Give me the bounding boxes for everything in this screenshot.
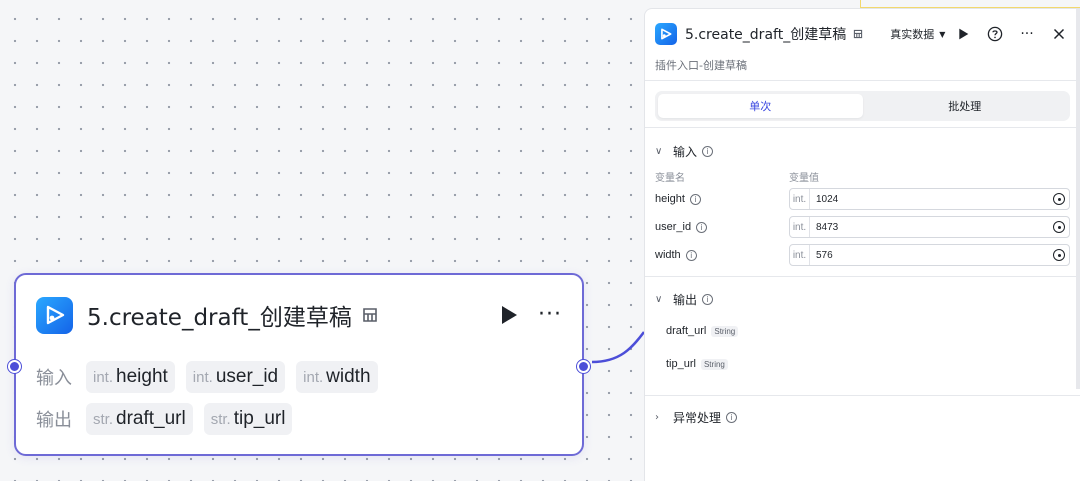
info-icon[interactable]: i xyxy=(702,294,714,305)
output-type-badge: String xyxy=(700,358,728,370)
variable-picker-icon[interactable] xyxy=(1053,193,1065,205)
output-row-tip-url: tip_url String xyxy=(666,358,728,370)
width-value-field[interactable]: int. 576 xyxy=(789,244,1070,266)
divider xyxy=(645,276,1080,277)
variable-row-user-id: user_id i int. 8473 xyxy=(655,216,1070,238)
panel-header: 5.create_draft_创建草稿 真实数据 ▼ ··· xyxy=(655,23,1068,45)
adjacent-node-edge xyxy=(860,0,1080,8)
input-section-header[interactable]: ∨ 输入 i xyxy=(655,143,714,160)
output-type-badge: String xyxy=(711,325,739,337)
input-tag-width: int. width xyxy=(296,361,378,393)
type-label: int. xyxy=(93,368,114,386)
output-row-draft-url: draft_url String xyxy=(666,325,739,337)
divider xyxy=(645,127,1080,128)
variable-row-height: height i int. 1024 xyxy=(655,188,1070,210)
input-label: 输入 xyxy=(36,368,72,389)
type-label: int. xyxy=(790,217,810,237)
data-mode-label: 真实数据 xyxy=(890,28,935,41)
info-icon[interactable]: i xyxy=(696,221,708,233)
plugin-cube-icon xyxy=(852,28,864,40)
plugin-logo-icon xyxy=(655,23,677,45)
output-tag-tip-url: str. tip_url xyxy=(203,403,293,435)
divider xyxy=(645,80,1080,81)
connection-edge[interactable] xyxy=(592,318,652,378)
param-name: width xyxy=(326,366,371,387)
plugin-cube-icon xyxy=(360,305,380,325)
input-tag-height: int. height xyxy=(86,361,175,393)
output-name: draft_url xyxy=(666,325,707,337)
close-icon[interactable] xyxy=(1050,25,1068,43)
input-tag-user-id: int. user_id xyxy=(185,361,286,393)
caret-down-icon: ▼ xyxy=(939,29,946,39)
type-label: int. xyxy=(303,368,324,386)
type-label: str. xyxy=(93,410,114,428)
param-name: height xyxy=(116,366,168,387)
variable-picker-icon[interactable] xyxy=(1053,249,1065,261)
type-label: int. xyxy=(192,368,213,386)
output-name: tip_url xyxy=(666,358,696,370)
tab-batch[interactable]: 批处理 xyxy=(863,94,1068,118)
param-name: draft_url xyxy=(116,408,186,429)
variable-row-width: width i int. 576 xyxy=(655,244,1070,266)
error-handling-section-header[interactable]: › 异常处理 i xyxy=(655,409,738,426)
node-title: 5.create_draft_创建草稿 xyxy=(87,305,352,331)
info-icon[interactable]: i xyxy=(702,146,714,157)
input-port[interactable] xyxy=(8,360,21,373)
height-value-field[interactable]: int. 1024 xyxy=(789,188,1070,210)
panel-subtitle: 插件入口-创建草稿 xyxy=(655,59,747,72)
panel-scrollbar[interactable] xyxy=(1076,9,1080,389)
variable-name: width i xyxy=(655,249,789,261)
more-icon[interactable]: ··· xyxy=(1018,25,1036,43)
tab-single[interactable]: 单次 xyxy=(658,94,863,118)
type-label: int. xyxy=(790,189,810,209)
variable-picker-icon[interactable] xyxy=(1053,221,1065,233)
chevron-right-icon: › xyxy=(655,412,659,423)
column-variable-value: 变量值 xyxy=(789,173,819,184)
node-input-row: 输入 int. height int. user_id int. width xyxy=(36,361,389,393)
param-name: tip_url xyxy=(233,408,286,429)
type-label: str. xyxy=(210,410,231,428)
run-mode-tabs: 单次 批处理 xyxy=(655,91,1070,121)
error-section-title: 异常处理 xyxy=(673,411,722,425)
output-label: 输出 xyxy=(36,410,72,431)
node-output-row: 输出 str. draft_url str. tip_url xyxy=(36,403,303,435)
play-icon[interactable] xyxy=(954,25,972,43)
variable-value[interactable]: 8473 xyxy=(816,222,1053,233)
node-header: 5.create_draft_创建草稿 ··· xyxy=(36,295,562,335)
type-label: int. xyxy=(790,245,810,265)
panel-title: 5.create_draft_创建草稿 xyxy=(685,27,847,43)
play-icon[interactable] xyxy=(498,304,520,326)
more-icon[interactable]: ··· xyxy=(538,304,562,326)
info-icon[interactable]: i xyxy=(726,412,738,423)
data-mode-dropdown[interactable]: 真实数据 ▼ xyxy=(890,26,945,42)
output-section-header[interactable]: ∨ 输出 i xyxy=(655,291,714,308)
help-icon[interactable] xyxy=(986,25,1004,43)
chevron-down-icon: ∨ xyxy=(655,146,663,157)
variable-name: height i xyxy=(655,193,789,205)
node-test-panel: 5.create_draft_创建草稿 真实数据 ▼ ··· 插件入口-创建草稿… xyxy=(644,8,1080,481)
info-icon[interactable]: i xyxy=(685,249,697,261)
plugin-logo-icon xyxy=(36,296,73,334)
output-port[interactable] xyxy=(577,360,590,373)
variable-value[interactable]: 1024 xyxy=(816,194,1053,205)
variable-value[interactable]: 576 xyxy=(816,250,1053,261)
variable-name: user_id i xyxy=(655,221,789,233)
column-variable-name: 变量名 xyxy=(655,173,685,184)
chevron-down-icon: ∨ xyxy=(655,294,663,305)
user-id-value-field[interactable]: int. 8473 xyxy=(789,216,1070,238)
param-name: user_id xyxy=(215,366,279,387)
output-tag-draft-url: str. draft_url xyxy=(86,403,193,435)
workflow-node-create-draft[interactable]: 5.create_draft_创建草稿 ··· 输入 int. height i… xyxy=(8,273,590,456)
output-section-title: 输出 xyxy=(673,293,698,307)
info-icon[interactable]: i xyxy=(689,193,701,205)
divider xyxy=(645,395,1080,396)
input-section-title: 输入 xyxy=(673,145,698,159)
